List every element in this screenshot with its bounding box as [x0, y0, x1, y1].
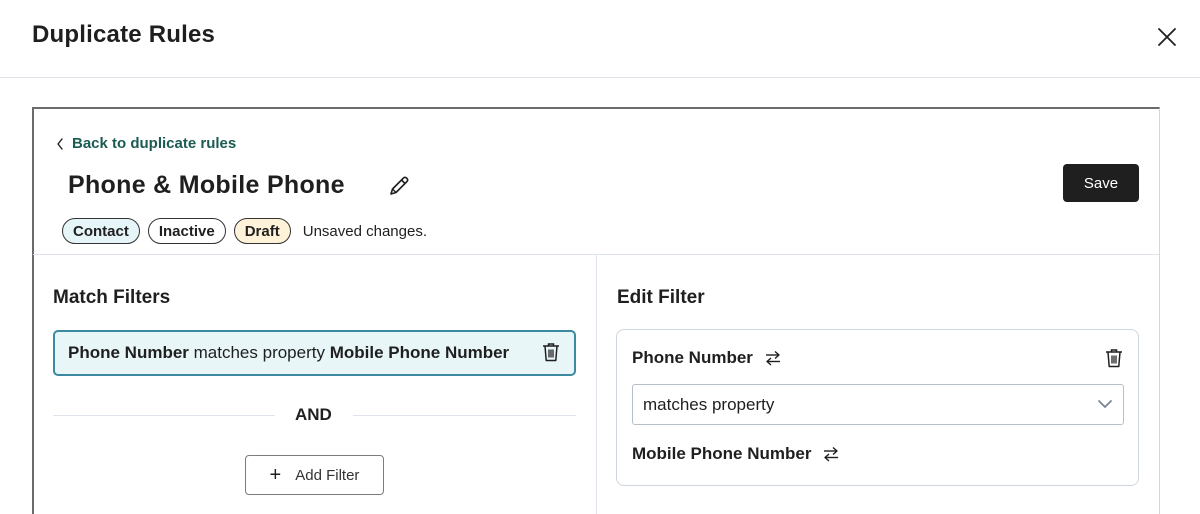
- edit-filter-title: Edit Filter: [617, 287, 705, 308]
- object-type-badge: Contact: [62, 218, 140, 244]
- modal-title: Duplicate Rules: [32, 21, 216, 48]
- pencil-icon[interactable]: [386, 173, 412, 199]
- plus-icon: +: [269, 464, 282, 486]
- status-badge: Inactive: [147, 218, 226, 244]
- source-property-label: Phone Number: [632, 348, 753, 367]
- match-filters-title: Match Filters: [53, 287, 171, 308]
- back-link-label: Back to duplicate rules: [72, 135, 237, 152]
- filter-target: Mobile Phone Number: [329, 343, 510, 362]
- draft-badge: Draft: [233, 218, 291, 244]
- filter-property: Phone Number: [68, 343, 189, 362]
- add-filter-button[interactable]: + Add Filter: [245, 455, 384, 495]
- close-icon[interactable]: [1152, 22, 1182, 52]
- unsaved-changes-text: Unsaved changes.: [302, 222, 427, 240]
- filter-summary-chip[interactable]: Phone Number matches property Mobile Pho…: [53, 330, 576, 376]
- rule-title: Phone & Mobile Phone: [68, 171, 345, 199]
- and-separator: AND: [53, 405, 576, 427]
- target-property-row: Mobile Phone Number: [632, 444, 841, 464]
- chevron-left-icon: [57, 137, 63, 150]
- add-filter-label: Add Filter: [295, 466, 360, 484]
- column-divider: [596, 255, 597, 514]
- swap-arrows-icon[interactable]: [763, 348, 783, 368]
- and-line-right: [353, 415, 576, 416]
- filter-operator: matches property: [193, 343, 325, 362]
- source-property-row: Phone Number: [632, 348, 783, 368]
- chevron-down-icon: [1098, 400, 1112, 408]
- target-property-label: Mobile Phone Number: [632, 444, 812, 463]
- swap-arrows-icon[interactable]: [821, 444, 841, 464]
- back-link[interactable]: Back to duplicate rules: [56, 135, 236, 152]
- and-line-left: [53, 415, 275, 416]
- and-label: AND: [295, 405, 332, 424]
- operator-select-value: matches property: [643, 394, 775, 414]
- trash-icon[interactable]: [542, 342, 560, 362]
- modal-header: Duplicate Rules: [0, 0, 1200, 78]
- trash-icon[interactable]: [1105, 348, 1123, 368]
- status-tags: Contact Inactive Draft Unsaved changes.: [62, 218, 427, 244]
- operator-select[interactable]: matches property: [632, 384, 1124, 425]
- save-button[interactable]: Save: [1063, 164, 1139, 202]
